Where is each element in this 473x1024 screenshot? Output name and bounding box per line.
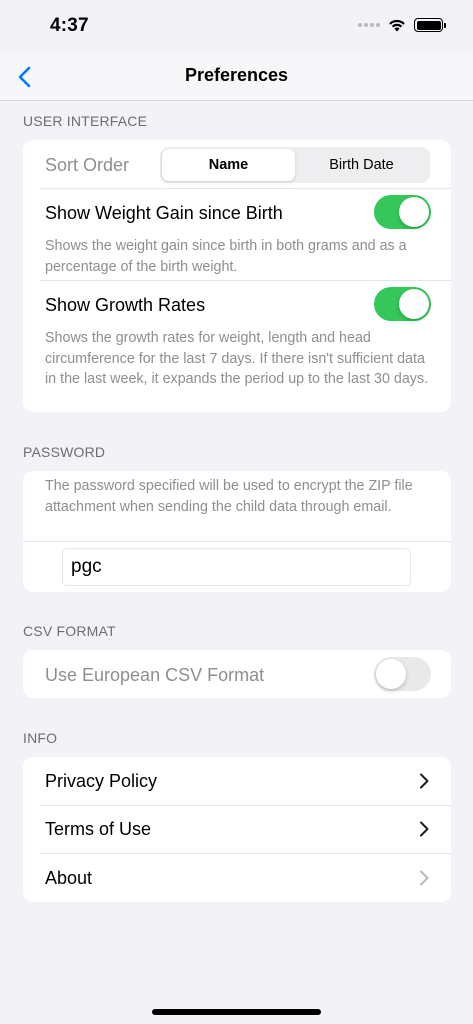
divider <box>40 188 451 189</box>
wifi-icon <box>389 19 405 32</box>
user-interface-card: Sort Order Name Birth Date Show Weight G… <box>23 140 451 412</box>
growth-rates-description: Shows the growth rates for weight, lengt… <box>45 330 429 387</box>
status-icons <box>358 18 446 32</box>
cellular-signal-icon <box>358 23 380 27</box>
section-header-user-interface: USER INTERFACE <box>23 113 148 129</box>
info-card: Privacy Policy Terms of Use About <box>23 757 451 902</box>
growth-rates-toggle[interactable] <box>374 287 431 321</box>
weight-gain-label: Show Weight Gain since Birth <box>45 203 283 223</box>
sort-order-label: Sort Order <box>45 155 130 175</box>
divider <box>23 541 451 542</box>
section-header-csv-format: CSV FORMAT <box>23 623 116 639</box>
chevron-right-icon <box>420 821 429 837</box>
european-csv-label: Use European CSV Format <box>45 665 265 685</box>
password-input[interactable]: pgc <box>62 548 411 586</box>
terms-of-use-label: Terms of Use <box>45 819 152 839</box>
battery-icon <box>414 18 446 32</box>
about-row[interactable]: About <box>23 854 451 902</box>
weight-gain-toggle[interactable] <box>374 195 431 229</box>
terms-of-use-row[interactable]: Terms of Use <box>23 805 451 853</box>
home-indicator <box>152 1009 321 1015</box>
csv-format-card: Use European CSV Format <box>23 650 451 698</box>
password-card: The password specified will be used to e… <box>23 471 451 592</box>
european-csv-toggle[interactable] <box>374 657 431 691</box>
chevron-right-icon <box>420 870 429 886</box>
section-header-info: INFO <box>23 730 58 746</box>
weight-gain-description: Shows the weight gain since birth in bot… <box>45 238 407 275</box>
segment-name[interactable]: Name <box>162 149 295 181</box>
section-header-password: PASSWORD <box>23 444 106 460</box>
status-time: 4:37 <box>50 15 89 36</box>
divider <box>40 280 451 281</box>
privacy-policy-row[interactable]: Privacy Policy <box>23 757 451 805</box>
growth-rates-label: Show Growth Rates <box>45 295 206 315</box>
navigation-bar: Preferences <box>0 52 473 101</box>
password-description: The password specified will be used to e… <box>45 478 413 515</box>
chevron-right-icon <box>420 773 429 789</box>
about-label: About <box>45 868 93 888</box>
sort-order-segmented-control: Name Birth Date <box>160 147 430 183</box>
status-bar: 4:37 <box>0 0 473 52</box>
segment-birth-date[interactable]: Birth Date <box>295 149 428 181</box>
privacy-policy-label: Privacy Policy <box>45 771 158 791</box>
page-title: Preferences <box>184 65 289 85</box>
